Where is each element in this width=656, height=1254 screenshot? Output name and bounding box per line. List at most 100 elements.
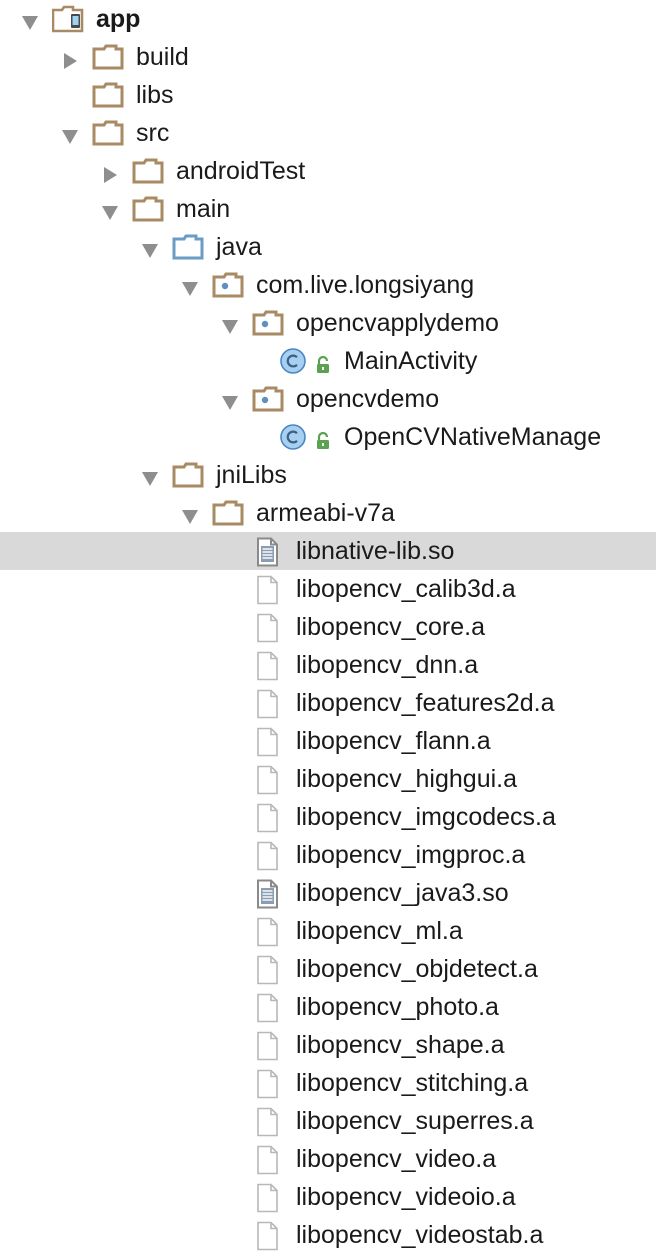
tree-row-libopencv-imgproc-a[interactable]: libopencv_imgproc.a [0, 836, 656, 874]
tree-item-label: app [96, 5, 141, 33]
tree-item-label: libopencv_imgproc.a [296, 841, 526, 869]
file-icon [252, 1221, 284, 1251]
tree-item-label: src [136, 119, 170, 147]
folder-icon [212, 499, 244, 527]
tree-row-opencvapplydemo[interactable]: opencvapplydemo [0, 304, 656, 342]
tree-item-label: androidTest [176, 157, 306, 185]
tree-row-libopencv-photo-a[interactable]: libopencv_photo.a [0, 988, 656, 1026]
folder-icon [92, 43, 124, 71]
expand-arrow-down-icon[interactable] [100, 200, 120, 220]
file-icon [252, 1031, 284, 1061]
tree-row-libopencv-videostab-a[interactable]: libopencv_videostab.a [0, 1216, 656, 1254]
tree-item-label: libopencv_videoio.a [296, 1183, 516, 1211]
collapse-arrow-right-icon[interactable] [60, 48, 80, 69]
class-icon [279, 347, 307, 375]
tree-item-label: jniLibs [216, 461, 287, 489]
tree-row-libopencv-shape-a[interactable]: libopencv_shape.a [0, 1026, 656, 1064]
tree-row-jnilibs[interactable]: jniLibs [0, 456, 656, 494]
file-icon [252, 689, 284, 719]
tree-item-label: libopencv_calib3d.a [296, 575, 516, 603]
tree-row-libnative-lib-so[interactable]: libnative-lib.so [0, 532, 656, 570]
tree-row-libopencv-video-a[interactable]: libopencv_video.a [0, 1140, 656, 1178]
tree-row-armeabi-v7a[interactable]: armeabi-v7a [0, 494, 656, 532]
tree-row-libopencv-highgui-a[interactable]: libopencv_highgui.a [0, 760, 656, 798]
tree-row-main[interactable]: main [0, 190, 656, 228]
tree-row-java[interactable]: java [0, 228, 656, 266]
tree-row-libopencv-features2d-a[interactable]: libopencv_features2d.a [0, 684, 656, 722]
tree-row-libopencv-core-a[interactable]: libopencv_core.a [0, 608, 656, 646]
folder-icon [132, 195, 164, 223]
tree-row-libopencv-calib3d-a[interactable]: libopencv_calib3d.a [0, 570, 656, 608]
tree-item-label: java [216, 233, 262, 261]
file-icon [252, 575, 284, 605]
tree-row-opencvnativemanage[interactable]: OpenCVNativeManage [0, 418, 656, 456]
expand-arrow-down-icon[interactable] [60, 124, 80, 144]
expand-arrow-down-icon[interactable] [180, 276, 200, 296]
tree-item-label: opencvapplydemo [296, 309, 499, 337]
expand-arrow-down-icon[interactable] [220, 314, 240, 334]
expand-arrow-down-icon[interactable] [140, 466, 160, 486]
tree-row-build[interactable]: build [0, 38, 656, 76]
expand-arrow-down-icon[interactable] [180, 504, 200, 524]
tree-item-label: libopencv_java3.so [296, 879, 509, 907]
folder-icon [132, 157, 164, 185]
tree-row-libopencv-java3-so[interactable]: libopencv_java3.so [0, 874, 656, 912]
public-lock-icon [314, 429, 334, 458]
tree-row-libopencv-objdetect-a[interactable]: libopencv_objdetect.a [0, 950, 656, 988]
tree-item-label: OpenCVNativeManage [344, 423, 602, 451]
file-icon [252, 955, 284, 985]
project-tree[interactable]: app build libs src androidTest main java… [0, 0, 656, 1254]
tree-item-label: armeabi-v7a [256, 499, 395, 527]
file-icon [252, 841, 284, 871]
tree-row-libopencv-stitching-a[interactable]: libopencv_stitching.a [0, 1064, 656, 1102]
tree-row-libopencv-imgcodecs-a[interactable]: libopencv_imgcodecs.a [0, 798, 656, 836]
package-icon [212, 271, 244, 299]
file-icon [252, 803, 284, 833]
expand-arrow-down-icon[interactable] [220, 390, 240, 410]
text-file-icon [252, 537, 284, 567]
tree-row-libs[interactable]: libs [0, 76, 656, 114]
tree-item-label: libopencv_superres.a [296, 1107, 534, 1135]
tree-item-label: libopencv_dnn.a [296, 651, 479, 679]
tree-row-app[interactable]: app [0, 0, 656, 38]
folder-icon [172, 461, 204, 489]
source-folder-icon [172, 233, 204, 261]
tree-item-label: libopencv_stitching.a [296, 1069, 529, 1097]
file-icon [252, 613, 284, 643]
tree-item-label: libopencv_core.a [296, 613, 486, 641]
tree-item-label: libopencv_video.a [296, 1145, 497, 1173]
tree-item-label: libopencv_features2d.a [296, 689, 555, 717]
tree-row-libopencv-dnn-a[interactable]: libopencv_dnn.a [0, 646, 656, 684]
folder-icon [92, 119, 124, 147]
file-icon [252, 1107, 284, 1137]
tree-row-mainactivity[interactable]: MainActivity [0, 342, 656, 380]
collapse-arrow-right-icon[interactable] [100, 162, 120, 183]
file-icon [252, 1183, 284, 1213]
tree-row-libopencv-flann-a[interactable]: libopencv_flann.a [0, 722, 656, 760]
file-icon [252, 727, 284, 757]
tree-item-label: libopencv_highgui.a [296, 765, 518, 793]
tree-row-libopencv-superres-a[interactable]: libopencv_superres.a [0, 1102, 656, 1140]
tree-row-com-live-longsiyang[interactable]: com.live.longsiyang [0, 266, 656, 304]
file-icon [252, 917, 284, 947]
tree-item-label: libopencv_flann.a [296, 727, 491, 755]
class-icon [279, 423, 307, 451]
tree-item-label: libopencv_videostab.a [296, 1221, 544, 1249]
tree-item-label: com.live.longsiyang [256, 271, 475, 299]
tree-row-androidtest[interactable]: androidTest [0, 152, 656, 190]
folder-icon [92, 81, 124, 109]
tree-item-label: libopencv_imgcodecs.a [296, 803, 556, 831]
expand-arrow-down-icon[interactable] [140, 238, 160, 258]
file-icon [252, 1069, 284, 1099]
tree-row-libopencv-ml-a[interactable]: libopencv_ml.a [0, 912, 656, 950]
package-icon [252, 385, 284, 413]
tree-row-src[interactable]: src [0, 114, 656, 152]
tree-row-libopencv-videoio-a[interactable]: libopencv_videoio.a [0, 1178, 656, 1216]
expand-arrow-down-icon[interactable] [20, 10, 40, 30]
file-icon [252, 651, 284, 681]
tree-item-label: libopencv_objdetect.a [296, 955, 538, 983]
tree-item-label: libs [136, 81, 174, 109]
tree-item-label: MainActivity [344, 347, 478, 375]
tree-item-label: libopencv_ml.a [296, 917, 463, 945]
tree-row-opencvdemo[interactable]: opencvdemo [0, 380, 656, 418]
